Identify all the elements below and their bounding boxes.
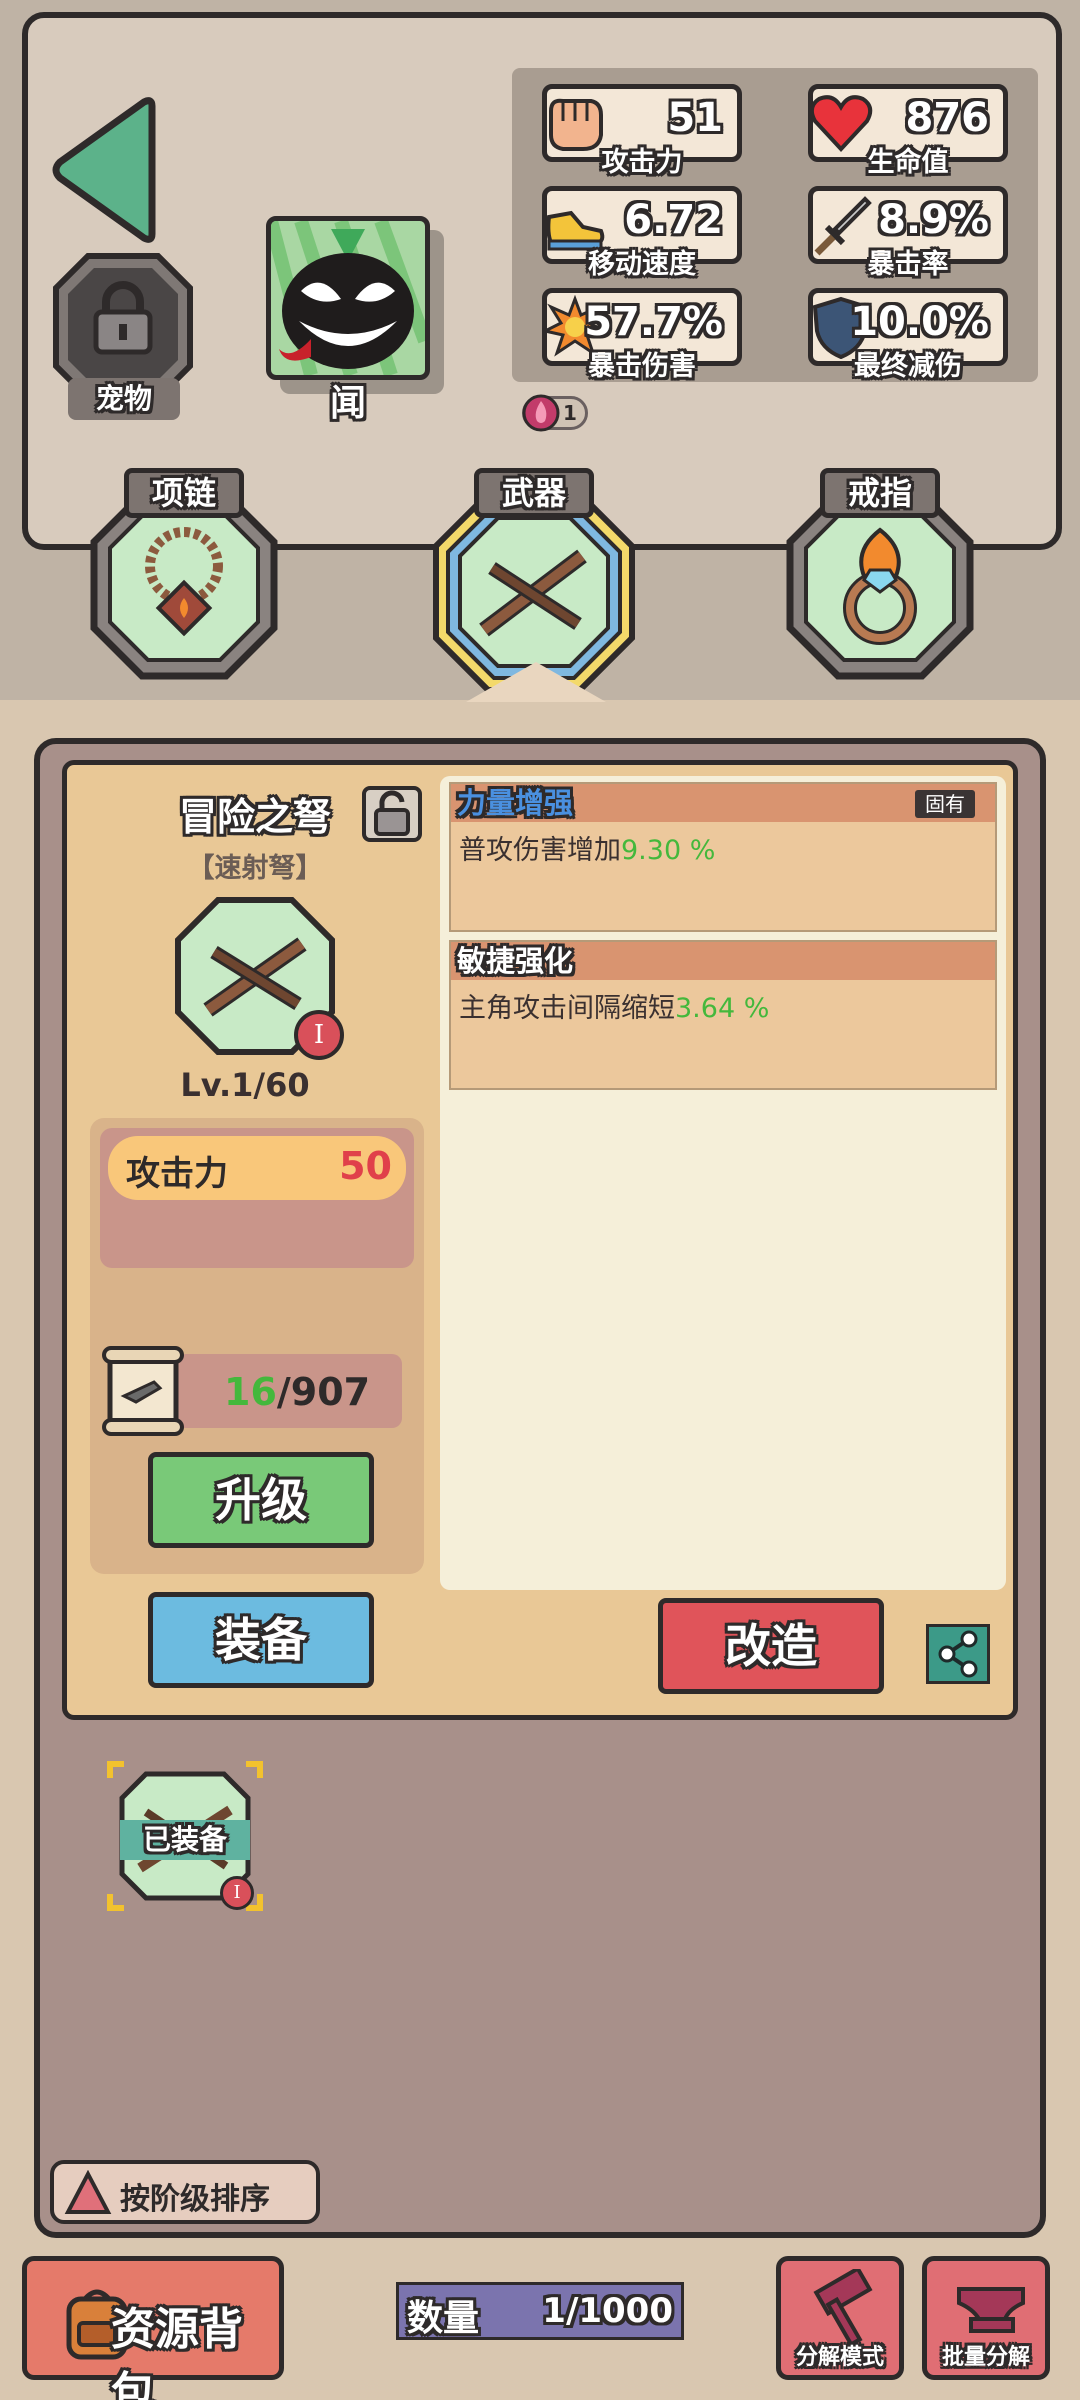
desc-text: 普攻伤害增加 <box>459 835 621 866</box>
attribute-entry: 力量增强 固有 普攻伤害增加9.30 % <box>449 782 997 932</box>
character-portrait[interactable] <box>266 216 444 394</box>
attack-row: 攻击力 50 <box>108 1136 406 1200</box>
attribute-desc: 主角攻击间隔缩短3.64 % <box>459 986 769 1025</box>
batch-decompose-label: 批量分解 <box>941 2345 1030 2370</box>
stat-hp: 876 生命值 <box>808 84 1008 178</box>
sort-button[interactable]: 按阶级排序 <box>50 2160 320 2224</box>
stat-value: 10.0% <box>850 299 989 345</box>
resource-bag-label: 资源背包 <box>111 2304 243 2400</box>
venom-head-icon <box>271 221 425 375</box>
desc-text: 主角攻击间隔缩短 <box>459 993 675 1024</box>
slot-label: 戒指 <box>820 468 940 518</box>
material-counter: 16/907 <box>176 1354 402 1428</box>
stat-label: 暴击率 <box>867 249 949 280</box>
slot-necklace[interactable]: 项链 <box>90 468 278 680</box>
stat-label: 最终减伤 <box>854 351 962 382</box>
resource-bag-button[interactable]: 资源背包 <box>22 2256 284 2400</box>
pet-label: 宠物 <box>68 378 180 420</box>
anvil-icon <box>957 2287 1025 2333</box>
count-value: 1/1000 <box>542 2291 673 2331</box>
item-name: 冒险之弩 <box>178 795 331 839</box>
stat-label: 暴击伤害 <box>588 351 696 382</box>
grade-badge: I <box>294 1010 344 1060</box>
attribute-entry: 敏捷强化 主角攻击间隔缩短3.64 % <box>449 940 997 1090</box>
material-have: 16 <box>224 1370 277 1414</box>
stat-crit-rate: 8.9% 暴击率 <box>808 186 1008 280</box>
stat-value: 876 <box>905 95 990 141</box>
unlock-icon <box>374 790 410 836</box>
item-type: 【速射弩】 <box>187 853 323 884</box>
attack-label: 攻击力 <box>126 1154 228 1194</box>
badge-count: 1 <box>563 401 577 425</box>
stat-label: 移动速度 <box>588 249 696 280</box>
character-name: 闻 <box>329 383 366 424</box>
stat-label: 生命值 <box>867 147 949 178</box>
stat-move-speed: 6.72 移动速度 <box>542 186 742 280</box>
decompose-mode-label: 分解模式 <box>795 2345 884 2370</box>
decompose-mode-button[interactable]: 分解模式 <box>776 2256 904 2380</box>
flame-badge[interactable]: 1 <box>522 394 588 432</box>
stat-value: 8.9% <box>878 197 989 243</box>
hammer-icon <box>813 2269 873 2348</box>
share-icon <box>938 1630 978 1678</box>
attribute-title: 敏捷强化 <box>457 944 574 978</box>
stat-crit-damage: 57.7% 暴击伤害 <box>542 288 742 382</box>
stat-value: 51 <box>667 95 723 141</box>
sort-label: 按阶级排序 <box>120 2182 270 2217</box>
share-button[interactable] <box>926 1624 990 1684</box>
pet-slot[interactable]: 宠物 <box>52 252 194 424</box>
stat-final-reduction: 10.0% 最终减伤 <box>808 288 1008 382</box>
lock-icon <box>93 281 153 355</box>
material-count: 16/907 <box>224 1370 370 1414</box>
equipped-tag: 已装备 <box>120 1820 250 1860</box>
reforge-button[interactable]: 改造 <box>658 1598 884 1694</box>
slot-frame <box>90 490 278 680</box>
slot-label: 项链 <box>124 468 244 518</box>
stat-value: 6.72 <box>624 197 723 243</box>
triangle-up-icon <box>64 2170 112 2214</box>
item-lock-button[interactable] <box>362 786 422 842</box>
desc-value: 3.64 % <box>675 993 770 1024</box>
slot-frame <box>786 490 974 680</box>
slot-label: 武器 <box>474 468 594 518</box>
attribute-title: 力量增强 <box>457 786 574 820</box>
upgrade-button[interactable]: 升级 <box>148 1452 374 1548</box>
equip-button[interactable]: 装备 <box>148 1592 374 1688</box>
grade-badge: I <box>220 1876 254 1910</box>
attribute-desc: 普攻伤害增加9.30 % <box>459 828 715 867</box>
batch-decompose-button[interactable]: 批量分解 <box>922 2256 1050 2380</box>
attack-value: 50 <box>339 1144 392 1188</box>
item-level: Lv.1/60 <box>180 1066 310 1104</box>
material-need: /907 <box>276 1370 371 1414</box>
left-arrow-icon <box>52 97 156 243</box>
stat-value: 57.7% <box>584 299 723 345</box>
scroll-icon <box>102 1346 184 1436</box>
selection-pointer-icon <box>466 662 606 702</box>
back-arrow-button[interactable] <box>48 96 160 244</box>
stat-attack: 51 攻击力 <box>542 84 742 178</box>
desc-value: 9.30 % <box>621 835 716 866</box>
item-count-bar: 数量 1/1000 <box>396 2282 684 2340</box>
stat-label: 攻击力 <box>601 147 683 178</box>
item-icon: I <box>174 896 344 1060</box>
inventory-item[interactable]: 已装备 I <box>106 1760 264 1912</box>
inherent-tag: 固有 <box>915 790 975 818</box>
slot-ring[interactable]: 戒指 <box>786 468 974 680</box>
count-label: 数量 <box>407 2298 480 2339</box>
flame-icon <box>522 394 560 432</box>
